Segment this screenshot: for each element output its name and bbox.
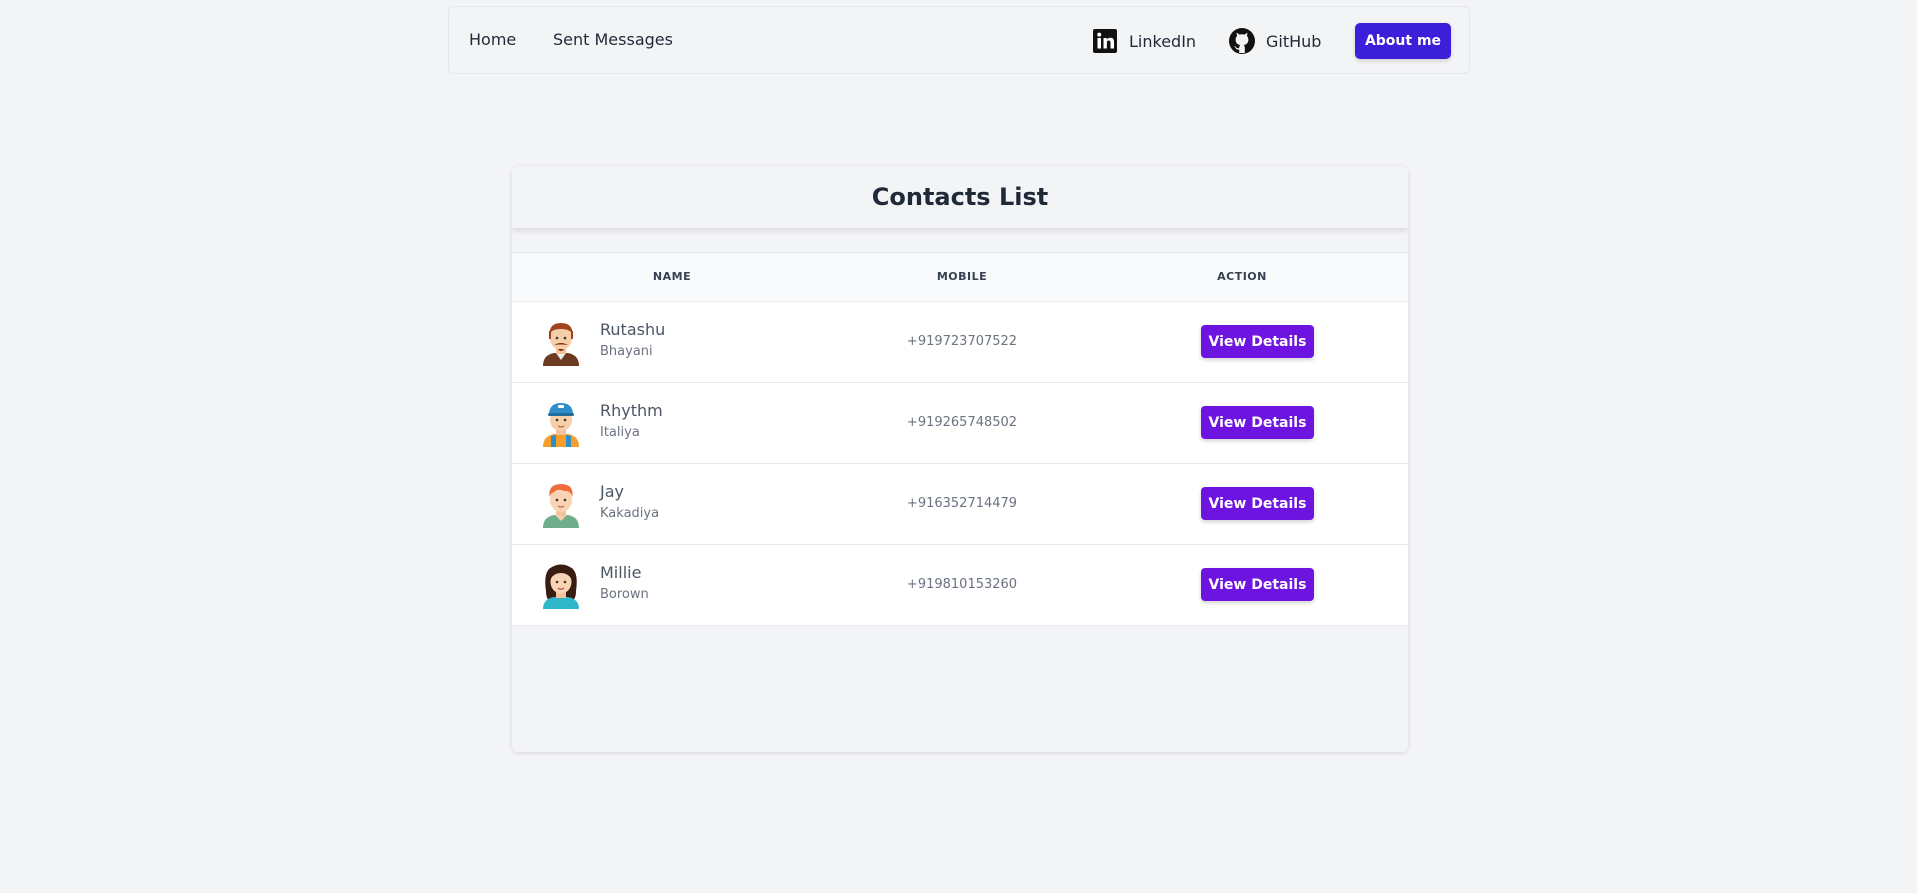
github-link[interactable]: GitHub bbox=[1228, 7, 1321, 75]
contact-last-name: Borown bbox=[600, 587, 649, 602]
contacts-title: Contacts List bbox=[512, 166, 1408, 228]
nav-home-link[interactable]: Home bbox=[469, 7, 516, 75]
table-row: Rutashu Bhayani +919723707522 View Detai… bbox=[512, 302, 1408, 383]
contact-mobile: +919265748502 bbox=[906, 415, 1018, 430]
table-row: Millie Borown +919810153260 View Details bbox=[512, 545, 1408, 626]
contact-last-name: Italiya bbox=[600, 425, 640, 440]
contact-mobile: +916352714479 bbox=[906, 496, 1018, 511]
nav-sent-messages-link[interactable]: Sent Messages bbox=[553, 7, 673, 75]
column-header-action: ACTION bbox=[1217, 270, 1267, 283]
contact-mobile: +919810153260 bbox=[906, 577, 1018, 592]
view-details-button[interactable]: View Details bbox=[1201, 406, 1314, 439]
navbar: Home Sent Messages LinkedIn GitHub About… bbox=[448, 6, 1470, 74]
contact-first-name: Millie bbox=[600, 563, 642, 582]
man-mustache-avatar-icon bbox=[543, 323, 579, 366]
github-label: GitHub bbox=[1266, 31, 1322, 51]
view-details-button[interactable]: View Details bbox=[1201, 487, 1314, 520]
contacts-table: NAME MOBILE ACTION Rutashu Bhayani +9197… bbox=[512, 252, 1408, 626]
github-icon bbox=[1229, 28, 1255, 54]
table-row: Rhythm Italiya +919265748502 View Detail… bbox=[512, 383, 1408, 464]
table-header: NAME MOBILE ACTION bbox=[512, 253, 1408, 302]
woman-avatar-icon bbox=[543, 564, 579, 609]
linkedin-link[interactable]: LinkedIn bbox=[1091, 7, 1196, 75]
contacts-card: Contacts List NAME MOBILE ACTION Rutashu… bbox=[512, 166, 1408, 752]
linkedin-label: LinkedIn bbox=[1129, 31, 1197, 51]
contact-mobile: +919723707522 bbox=[906, 334, 1018, 349]
man-cap-avatar-icon bbox=[543, 403, 579, 447]
contact-last-name: Kakadiya bbox=[600, 506, 660, 521]
about-me-button[interactable]: About me bbox=[1355, 23, 1451, 59]
man-ginger-avatar-icon bbox=[543, 484, 579, 528]
contact-first-name: Rhythm bbox=[600, 401, 663, 420]
column-header-mobile: MOBILE bbox=[936, 270, 988, 283]
column-header-name: NAME bbox=[652, 270, 692, 283]
view-details-button[interactable]: View Details bbox=[1201, 325, 1314, 358]
contact-last-name: Bhayani bbox=[600, 344, 653, 359]
view-details-button[interactable]: View Details bbox=[1201, 568, 1314, 601]
contact-first-name: Rutashu bbox=[600, 320, 666, 339]
linkedin-icon bbox=[1093, 29, 1117, 53]
contact-first-name: Jay bbox=[600, 482, 624, 501]
table-row: Jay Kakadiya +916352714479 View Details bbox=[512, 464, 1408, 545]
